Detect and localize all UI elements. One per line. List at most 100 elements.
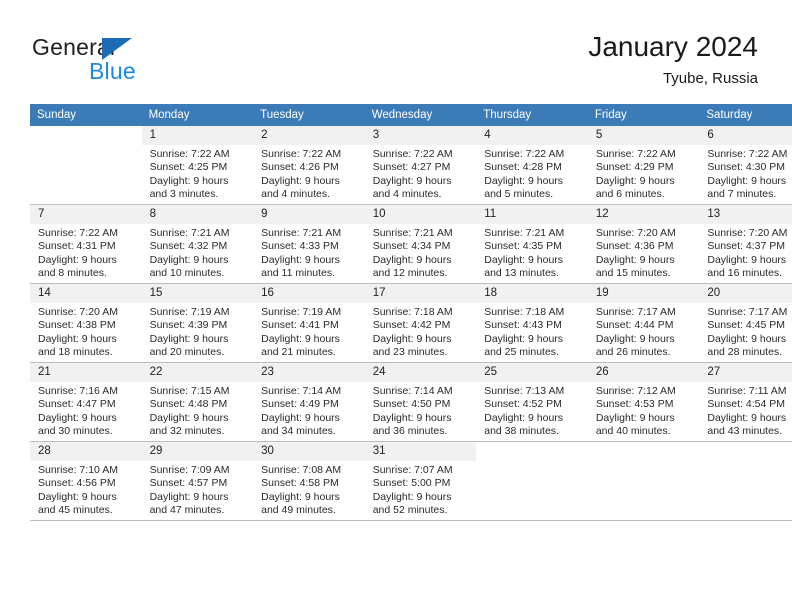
day-cell[interactable] bbox=[587, 441, 700, 521]
daylight-text-line1: Daylight: 9 hours bbox=[38, 253, 117, 266]
general-blue-logo[interactable]: General Blue bbox=[32, 34, 252, 84]
daylight-text-line1: Daylight: 9 hours bbox=[484, 174, 564, 187]
day-cell[interactable]: 11 Sunrise: 7:21 AM Sunset: 4:35 PM Dayl… bbox=[476, 204, 588, 284]
daylight-text-line2: and 36 minutes. bbox=[372, 424, 448, 437]
sunrise-text: Sunrise: 7:15 AM bbox=[149, 385, 230, 397]
logo-text-blue: Blue bbox=[89, 58, 136, 84]
day-cell[interactable]: 31 Sunrise: 7:07 AM Sunset: 5:00 PM Dayl… bbox=[364, 441, 477, 521]
day-cell[interactable]: 24 Sunrise: 7:14 AM Sunset: 4:50 PM Dayl… bbox=[364, 362, 477, 442]
day-cell[interactable]: 29 Sunrise: 7:09 AM Sunset: 4:57 PM Dayl… bbox=[141, 441, 254, 521]
daylight-text-line1: Daylight: 9 hours bbox=[595, 253, 675, 266]
day-number: 12 bbox=[587, 205, 700, 224]
sunset-text: Sunset: 4:32 PM bbox=[149, 240, 228, 253]
sunrise-text: Sunrise: 7:20 AM bbox=[707, 227, 788, 239]
day-info: Sunrise: 7:20 AM Sunset: 4:37 PM Dayligh… bbox=[699, 224, 792, 280]
sunset-text: Sunset: 4:45 PM bbox=[707, 319, 786, 332]
day-cell[interactable]: 5 Sunrise: 7:22 AM Sunset: 4:29 PM Dayli… bbox=[587, 126, 700, 205]
sunset-text: Sunset: 4:29 PM bbox=[595, 161, 674, 174]
day-cell[interactable]: 19 Sunrise: 7:17 AM Sunset: 4:44 PM Dayl… bbox=[587, 283, 700, 363]
day-cell[interactable]: 21 Sunrise: 7:16 AM Sunset: 4:47 PM Dayl… bbox=[30, 362, 142, 442]
day-cell[interactable]: 23 Sunrise: 7:14 AM Sunset: 4:49 PM Dayl… bbox=[253, 362, 365, 442]
daylight-text-line2: and 12 minutes. bbox=[372, 266, 448, 279]
day-number: 22 bbox=[141, 363, 254, 382]
day-cell[interactable]: 14 Sunrise: 7:20 AM Sunset: 4:38 PM Dayl… bbox=[30, 283, 142, 363]
daylight-text-line1: Daylight: 9 hours bbox=[372, 411, 452, 424]
day-cell[interactable]: 16 Sunrise: 7:19 AM Sunset: 4:41 PM Dayl… bbox=[253, 283, 365, 363]
day-cell[interactable]: 3 Sunrise: 7:22 AM Sunset: 4:27 PM Dayli… bbox=[364, 126, 477, 205]
sunset-text: Sunset: 4:36 PM bbox=[595, 240, 674, 253]
day-cell[interactable]: 15 Sunrise: 7:19 AM Sunset: 4:39 PM Dayl… bbox=[141, 283, 254, 363]
day-cell[interactable]: 28 Sunrise: 7:10 AM Sunset: 4:56 PM Dayl… bbox=[30, 441, 142, 521]
day-info: Sunrise: 7:22 AM Sunset: 4:28 PM Dayligh… bbox=[476, 145, 588, 201]
day-cell[interactable] bbox=[476, 441, 588, 521]
day-number: 8 bbox=[141, 205, 254, 224]
day-cell[interactable]: 9 Sunrise: 7:21 AM Sunset: 4:33 PM Dayli… bbox=[253, 204, 365, 284]
daylight-text-line1: Daylight: 9 hours bbox=[484, 253, 564, 266]
day-cell[interactable]: 17 Sunrise: 7:18 AM Sunset: 4:42 PM Dayl… bbox=[364, 283, 477, 363]
day-cell[interactable]: 10 Sunrise: 7:21 AM Sunset: 4:34 PM Dayl… bbox=[364, 204, 477, 284]
daylight-text-line1: Daylight: 9 hours bbox=[261, 332, 340, 345]
daylight-text-line2: and 40 minutes. bbox=[595, 424, 671, 437]
daylight-text-line1: Daylight: 9 hours bbox=[595, 174, 675, 187]
calendar-grid: Sunday Monday Tuesday Wednesday Thursday… bbox=[30, 104, 792, 521]
day-cell[interactable]: 8 Sunrise: 7:21 AM Sunset: 4:32 PM Dayli… bbox=[141, 204, 254, 284]
daylight-text-line1: Daylight: 9 hours bbox=[595, 411, 675, 424]
sunset-text: Sunset: 4:33 PM bbox=[261, 240, 339, 253]
day-number: 28 bbox=[30, 442, 142, 461]
sunrise-text: Sunrise: 7:13 AM bbox=[484, 385, 565, 397]
daylight-text-line1: Daylight: 9 hours bbox=[372, 490, 452, 503]
day-cell[interactable]: 22 Sunrise: 7:15 AM Sunset: 4:48 PM Dayl… bbox=[141, 362, 254, 442]
weekday-header-tuesday: Tuesday bbox=[253, 104, 365, 126]
day-cell[interactable]: 12 Sunrise: 7:20 AM Sunset: 4:36 PM Dayl… bbox=[587, 204, 700, 284]
calendar-week-row: 14 Sunrise: 7:20 AM Sunset: 4:38 PM Dayl… bbox=[30, 283, 792, 363]
day-number: 31 bbox=[364, 442, 477, 461]
day-cell[interactable]: 18 Sunrise: 7:18 AM Sunset: 4:43 PM Dayl… bbox=[476, 283, 588, 363]
sunset-text: Sunset: 4:50 PM bbox=[372, 398, 451, 411]
day-cell[interactable]: 2 Sunrise: 7:22 AM Sunset: 4:26 PM Dayli… bbox=[253, 126, 365, 205]
sunrise-text: Sunrise: 7:22 AM bbox=[149, 148, 230, 160]
sunrise-text: Sunrise: 7:21 AM bbox=[149, 227, 230, 239]
sunrise-text: Sunrise: 7:14 AM bbox=[261, 385, 342, 397]
day-number: 1 bbox=[141, 126, 254, 145]
sunrise-text: Sunrise: 7:19 AM bbox=[261, 306, 342, 318]
daylight-text-line2: and 23 minutes. bbox=[372, 345, 448, 358]
sunrise-text: Sunrise: 7:22 AM bbox=[372, 148, 453, 160]
day-number: 21 bbox=[30, 363, 142, 382]
day-cell[interactable]: 30 Sunrise: 7:08 AM Sunset: 4:58 PM Dayl… bbox=[253, 441, 365, 521]
sunset-text: Sunset: 4:41 PM bbox=[261, 319, 339, 332]
day-cell[interactable]: 6 Sunrise: 7:22 AM Sunset: 4:30 PM Dayli… bbox=[699, 126, 792, 205]
sunset-text: Sunset: 4:39 PM bbox=[149, 319, 228, 332]
day-cell[interactable] bbox=[699, 441, 792, 521]
day-info: Sunrise: 7:14 AM Sunset: 4:49 PM Dayligh… bbox=[253, 382, 365, 438]
title-block: January 2024 Tyube, Russia bbox=[588, 30, 758, 88]
sunrise-text: Sunrise: 7:12 AM bbox=[595, 385, 676, 397]
day-cell[interactable]: 27 Sunrise: 7:11 AM Sunset: 4:54 PM Dayl… bbox=[699, 362, 792, 442]
day-number: 18 bbox=[476, 284, 588, 303]
day-cell[interactable]: 1 Sunrise: 7:22 AM Sunset: 4:25 PM Dayli… bbox=[141, 126, 254, 205]
sunrise-text: Sunrise: 7:10 AM bbox=[38, 464, 118, 476]
daylight-text-line2: and 7 minutes. bbox=[707, 187, 777, 200]
day-cell[interactable]: 26 Sunrise: 7:12 AM Sunset: 4:53 PM Dayl… bbox=[587, 362, 700, 442]
day-cell[interactable]: 20 Sunrise: 7:17 AM Sunset: 4:45 PM Dayl… bbox=[699, 283, 792, 363]
sunset-text: Sunset: 4:38 PM bbox=[38, 319, 116, 332]
daylight-text-line1: Daylight: 9 hours bbox=[372, 332, 452, 345]
daylight-text-line1: Daylight: 9 hours bbox=[149, 490, 229, 503]
daylight-text-line2: and 32 minutes. bbox=[149, 424, 225, 437]
sunrise-text: Sunrise: 7:21 AM bbox=[372, 227, 453, 239]
day-number: 24 bbox=[364, 363, 477, 382]
day-number: 14 bbox=[30, 284, 142, 303]
calendar-body: 1 Sunrise: 7:22 AM Sunset: 4:25 PM Dayli… bbox=[30, 126, 792, 521]
day-info: Sunrise: 7:11 AM Sunset: 4:54 PM Dayligh… bbox=[699, 382, 792, 438]
daylight-text-line2: and 34 minutes. bbox=[261, 424, 336, 437]
day-cell[interactable]: 25 Sunrise: 7:13 AM Sunset: 4:52 PM Dayl… bbox=[476, 362, 588, 442]
sunset-text: Sunset: 4:53 PM bbox=[595, 398, 674, 411]
day-cell[interactable]: 13 Sunrise: 7:20 AM Sunset: 4:37 PM Dayl… bbox=[699, 204, 792, 284]
day-cell[interactable]: 4 Sunrise: 7:22 AM Sunset: 4:28 PM Dayli… bbox=[476, 126, 588, 205]
day-number bbox=[476, 442, 588, 461]
calendar-week-row: 28 Sunrise: 7:10 AM Sunset: 4:56 PM Dayl… bbox=[30, 441, 792, 521]
daylight-text-line1: Daylight: 9 hours bbox=[484, 411, 564, 424]
day-cell[interactable] bbox=[30, 126, 142, 205]
sunset-text: Sunset: 4:37 PM bbox=[707, 240, 786, 253]
sunrise-text: Sunrise: 7:08 AM bbox=[261, 464, 342, 476]
day-cell[interactable]: 7 Sunrise: 7:22 AM Sunset: 4:31 PM Dayli… bbox=[30, 204, 142, 284]
